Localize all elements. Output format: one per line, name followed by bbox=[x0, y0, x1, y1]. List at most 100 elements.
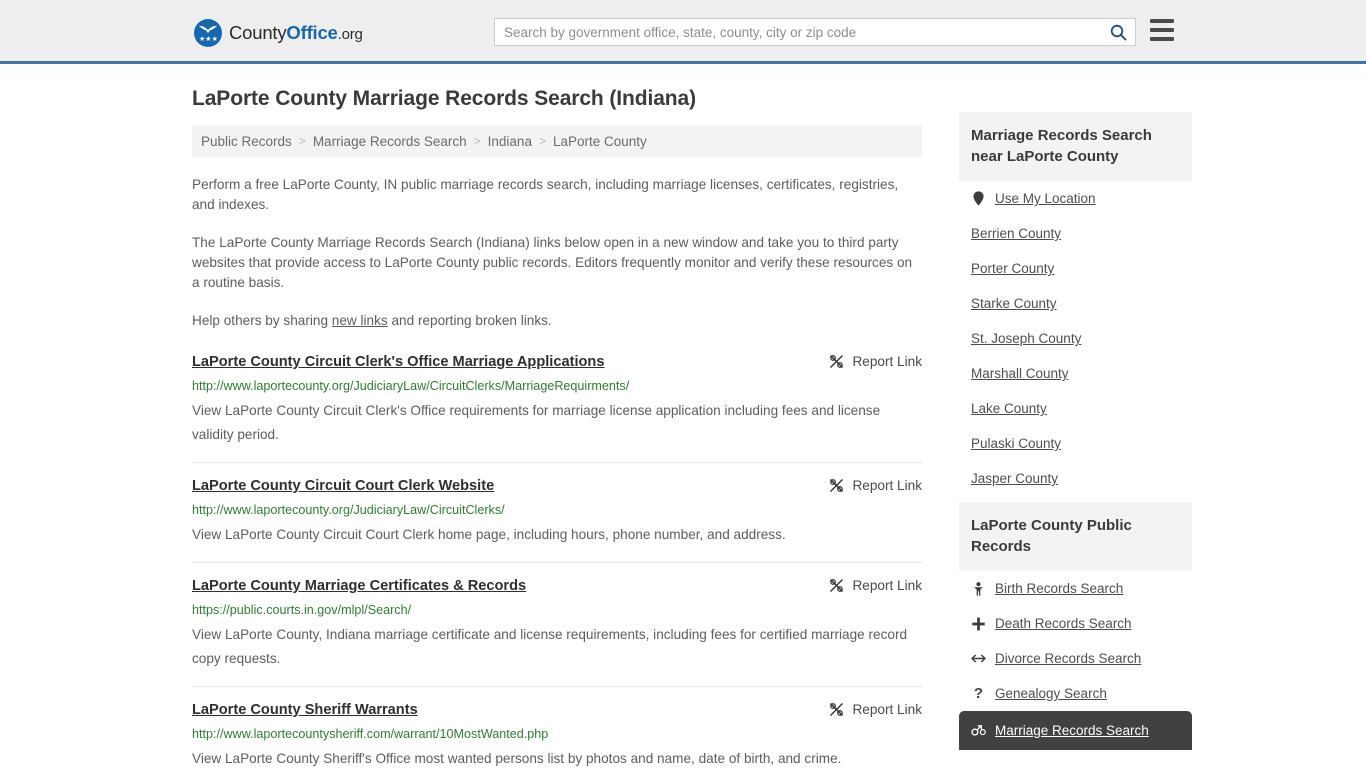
sidebar-nearby-box: Marriage Records Search near LaPorte Cou… bbox=[959, 112, 1192, 496]
broken-link-icon bbox=[830, 703, 844, 716]
main-column: Public Records > Marriage Records Search… bbox=[192, 112, 922, 768]
sidebar-item-label[interactable]: Use My Location bbox=[995, 190, 1096, 207]
intro-paragraph-1: Perform a free LaPorte County, IN public… bbox=[192, 177, 899, 212]
logo-stars: ★ ★ ★ bbox=[199, 36, 218, 43]
breadcrumb-separator: > bbox=[473, 134, 481, 148]
map-pin-icon bbox=[971, 191, 986, 206]
results-list: LaPorte County Circuit Clerk's Office Ma… bbox=[192, 353, 922, 768]
sidebar-item-starke-county[interactable]: Starke County bbox=[959, 286, 1192, 321]
content-container: LaPorte County Marriage Records Search (… bbox=[188, 86, 1192, 768]
result-description: View LaPorte County Circuit Court Clerk … bbox=[192, 527, 786, 542]
site-logo[interactable]: ★ ★ ★ CountyOffice.org bbox=[194, 19, 363, 47]
sidebar-item-lake-county[interactable]: Lake County bbox=[959, 391, 1192, 426]
sidebar-item-label[interactable]: Death Records Search bbox=[995, 615, 1132, 632]
sidebar-item-label[interactable]: Berrien County bbox=[971, 225, 1061, 242]
result-item: LaPorte County Circuit Clerk's Office Ma… bbox=[192, 353, 922, 463]
breadcrumb-item-laporte-county[interactable]: LaPorte County bbox=[553, 134, 647, 149]
report-link-label: Report Link bbox=[852, 354, 922, 369]
sidebar-public-records-heading: LaPorte County Public Records bbox=[959, 502, 1192, 571]
sidebar-item-pulaski-county[interactable]: Pulaski County bbox=[959, 426, 1192, 461]
sidebar: Marriage Records Search near LaPorte Cou… bbox=[959, 112, 1192, 756]
result-item: LaPorte County Marriage Certificates & R… bbox=[192, 577, 922, 687]
male-female-icon bbox=[971, 724, 986, 737]
result-url: http://www.laportecounty.org/JudiciaryLa… bbox=[192, 503, 505, 517]
new-links-link[interactable]: new links bbox=[332, 313, 388, 328]
intro-share-prefix: Help others by sharing bbox=[192, 313, 332, 328]
eagle-shield-logo-icon: ★ ★ ★ bbox=[194, 19, 222, 47]
logo-text-org: .org bbox=[337, 26, 363, 43]
logo-text-county: County bbox=[229, 22, 287, 43]
report-link-button[interactable]: Report Link bbox=[829, 577, 922, 593]
result-title-link[interactable]: LaPorte County Sheriff Warrants bbox=[192, 701, 418, 720]
intro-share-suffix: and reporting broken links. bbox=[387, 313, 552, 328]
sidebar-nearby-heading: Marriage Records Search near LaPorte Cou… bbox=[959, 112, 1192, 181]
result-header: LaPorte County Marriage Certificates & R… bbox=[192, 577, 922, 596]
result-header: LaPorte County Circuit Clerk's Office Ma… bbox=[192, 353, 922, 372]
sidebar-item-label[interactable]: Marriage Records Search bbox=[995, 722, 1149, 739]
result-title-link[interactable]: LaPorte County Circuit Court Clerk Websi… bbox=[192, 477, 494, 496]
result-header: LaPorte County Sheriff Warrants Report L… bbox=[192, 701, 922, 720]
sidebar-item-jasper-county[interactable]: Jasper County bbox=[959, 461, 1192, 496]
cross-icon bbox=[971, 617, 986, 631]
report-link-label: Report Link bbox=[852, 478, 922, 493]
intro-paragraph-2: The LaPorte County Marriage Records Sear… bbox=[192, 235, 913, 290]
sidebar-item-birth-records-search[interactable]: Birth Records Search bbox=[959, 571, 1192, 606]
result-url: http://www.laportecounty.org/JudiciaryLa… bbox=[192, 379, 630, 393]
broken-link-icon bbox=[830, 479, 844, 492]
sidebar-item-label[interactable]: Lake County bbox=[971, 400, 1047, 417]
result-item: LaPorte County Sheriff Warrants Report L… bbox=[192, 701, 922, 768]
page-title: LaPorte County Marriage Records Search (… bbox=[192, 87, 696, 110]
sidebar-item-use-my-location[interactable]: Use My Location bbox=[959, 181, 1192, 216]
sidebar-item-genealogy-search[interactable]: ? Genealogy Search bbox=[959, 676, 1192, 711]
result-item: LaPorte County Circuit Court Clerk Websi… bbox=[192, 477, 922, 563]
report-link-label: Report Link bbox=[852, 702, 922, 717]
question-mark-icon: ? bbox=[973, 684, 984, 702]
breadcrumb-item-indiana[interactable]: Indiana bbox=[488, 134, 532, 149]
sidebar-item-label[interactable]: St. Joseph County bbox=[971, 330, 1081, 347]
sidebar-item-divorce-records-search[interactable]: Divorce Records Search bbox=[959, 641, 1192, 676]
sidebar-item-st-joseph-county[interactable]: St. Joseph County bbox=[959, 321, 1192, 356]
sidebar-item-label[interactable]: Birth Records Search bbox=[995, 580, 1123, 597]
sidebar-item-porter-county[interactable]: Porter County bbox=[959, 251, 1192, 286]
breadcrumb-separator: > bbox=[298, 134, 306, 148]
result-title-link[interactable]: LaPorte County Marriage Certificates & R… bbox=[192, 577, 526, 596]
sidebar-item-marshall-county[interactable]: Marshall County bbox=[959, 356, 1192, 391]
result-description: View LaPorte County, Indiana marriage ce… bbox=[192, 627, 908, 666]
hamburger-menu-icon[interactable] bbox=[1150, 19, 1174, 41]
sidebar-item-label[interactable]: Starke County bbox=[971, 295, 1057, 312]
result-header: LaPorte County Circuit Court Clerk Websi… bbox=[192, 477, 922, 496]
search-input[interactable] bbox=[495, 19, 1101, 45]
sidebar-item-label[interactable]: Divorce Records Search bbox=[995, 650, 1141, 667]
report-link-button[interactable]: Report Link bbox=[829, 353, 922, 369]
sidebar-item-death-records-search[interactable]: Death Records Search bbox=[959, 606, 1192, 641]
content-columns: Public Records > Marriage Records Search… bbox=[192, 112, 1192, 768]
breadcrumb-item-marriage-records-search[interactable]: Marriage Records Search bbox=[313, 134, 467, 149]
report-link-button[interactable]: Report Link bbox=[829, 701, 922, 717]
broken-link-icon bbox=[830, 355, 844, 368]
report-link-label: Report Link bbox=[852, 578, 922, 593]
logo-wordmark: CountyOffice.org bbox=[229, 22, 363, 44]
report-link-button[interactable]: Report Link bbox=[829, 477, 922, 493]
sidebar-item-label[interactable]: Marshall County bbox=[971, 365, 1069, 382]
sidebar-item-label[interactable]: Jasper County bbox=[971, 470, 1058, 487]
sidebar-item-label[interactable]: Pulaski County bbox=[971, 435, 1061, 452]
page-body: LaPorte County Marriage Records Search (… bbox=[0, 86, 1366, 768]
search-button[interactable] bbox=[1101, 19, 1135, 45]
site-header: ★ ★ ★ CountyOffice.org bbox=[0, 0, 1366, 64]
result-description: View LaPorte County Circuit Clerk's Offi… bbox=[192, 403, 881, 442]
result-description: View LaPorte County Sheriff's Office mos… bbox=[192, 751, 842, 766]
intro-paragraph-3: Help others by sharing new links and rep… bbox=[192, 311, 922, 331]
sidebar-item-marriage-records-search[interactable]: Marriage Records Search bbox=[959, 711, 1192, 750]
breadcrumb-item-public-records[interactable]: Public Records bbox=[201, 134, 292, 149]
sidebar-item-label[interactable]: Porter County bbox=[971, 260, 1054, 277]
sidebar-public-records-box: LaPorte County Public Records Birth Reco… bbox=[959, 502, 1192, 750]
result-url: https://public.courts.in.gov/mlpl/Search… bbox=[192, 603, 412, 617]
result-title-link[interactable]: LaPorte County Circuit Clerk's Office Ma… bbox=[192, 353, 604, 372]
search-icon bbox=[1110, 24, 1126, 40]
intro-text: Perform a free LaPorte County, IN public… bbox=[192, 175, 922, 331]
left-right-arrow-icon bbox=[971, 653, 986, 664]
sidebar-public-records-list: Birth Records Search Death Records Searc… bbox=[959, 571, 1192, 750]
sidebar-item-label[interactable]: Genealogy Search bbox=[995, 685, 1107, 702]
sidebar-nearby-list: Use My Location Berrien County Porter Co… bbox=[959, 181, 1192, 496]
sidebar-item-berrien-county[interactable]: Berrien County bbox=[959, 216, 1192, 251]
